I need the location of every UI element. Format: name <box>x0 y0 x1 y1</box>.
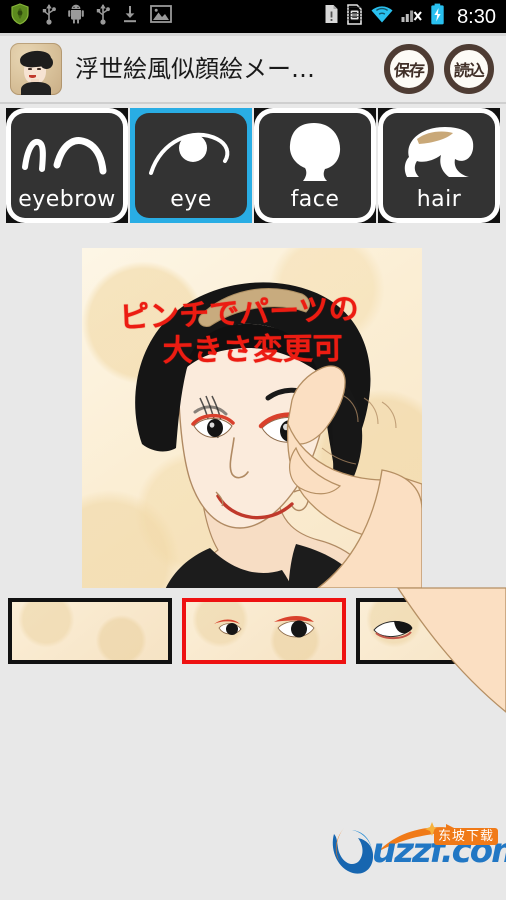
image-icon <box>150 5 172 28</box>
tab-face-label: face <box>290 187 340 212</box>
face-icon <box>289 123 341 181</box>
usb-debug-icon <box>96 3 110 30</box>
hair-icon <box>404 127 474 177</box>
status-bar-left-icons <box>10 3 324 30</box>
thumb-eye-none[interactable] <box>8 598 172 664</box>
eye-icon <box>149 132 230 175</box>
avatar-illustration <box>135 282 422 588</box>
tab-face[interactable]: face <box>254 108 376 223</box>
battery-charging-icon <box>430 3 445 30</box>
part-tab-strip: eyebrow eye face hair <box>0 108 506 226</box>
tab-eyebrow[interactable]: eyebrow <box>6 108 128 223</box>
tab-hair[interactable]: hair <box>378 108 500 223</box>
app-icon <box>10 43 62 95</box>
thumb-eye-style-2[interactable] <box>356 598 506 664</box>
shield-icon <box>10 3 30 30</box>
page-title: 浮世絵風似顔絵メー… <box>75 55 315 83</box>
eyebrow-icon <box>22 137 107 175</box>
part-thumbnail-strip[interactable] <box>0 598 506 664</box>
download-icon <box>122 4 138 29</box>
status-bar-right-icons: 8:30 <box>324 3 496 30</box>
save-button-label: 保存 <box>393 61 425 80</box>
save-button[interactable]: 保存 <box>384 44 434 94</box>
tab-eye[interactable]: eye <box>130 108 252 223</box>
tab-eye-label: eye <box>170 187 212 212</box>
load-button-label: 読込 <box>453 61 485 80</box>
thumb-eye-style-1-art <box>214 616 315 638</box>
thumb-eye-style-1[interactable] <box>182 598 346 664</box>
tab-hair-label: hair <box>416 187 462 212</box>
tab-eyebrow-label: eyebrow <box>18 187 116 212</box>
avatar-canvas[interactable]: ピンチでパーツの 大きさ変更可 <box>82 248 422 588</box>
usb-icon <box>42 3 56 30</box>
load-button[interactable]: 読込 <box>444 44 494 94</box>
thumb-eye-style-2-art <box>373 621 481 640</box>
android-robot-icon <box>68 4 84 29</box>
watermark-cn-label: 东坡下载 <box>433 828 498 845</box>
sim-error-icon <box>346 3 363 30</box>
app-title-bar: 浮世絵風似顔絵メー… 保存 読込 <box>0 36 506 104</box>
wifi-icon <box>370 5 394 29</box>
status-bar: 8:30 <box>0 0 506 33</box>
signal-none-icon <box>401 5 423 29</box>
document-alert-icon <box>324 4 339 29</box>
watermark: uzzf.com 东坡下载 <box>328 818 506 882</box>
status-bar-clock: 8:30 <box>457 5 496 28</box>
